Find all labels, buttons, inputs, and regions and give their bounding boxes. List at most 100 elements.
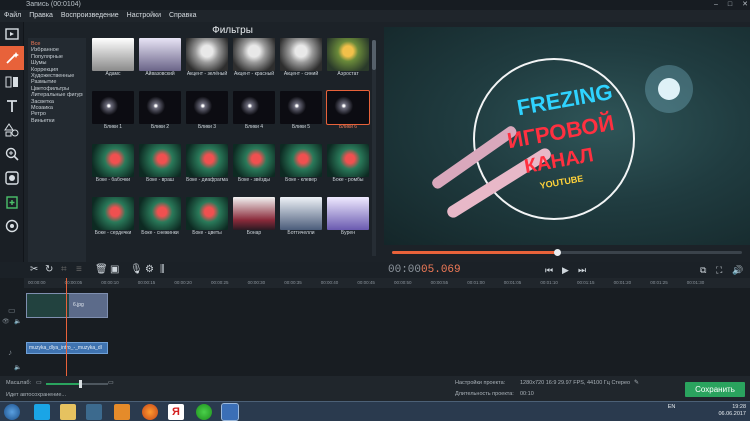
- filter-thumbnail[interactable]: Акцент - зелёный: [186, 38, 228, 82]
- save-button[interactable]: Сохранить: [685, 382, 745, 397]
- menu-settings[interactable]: Настройки: [127, 10, 161, 22]
- video-preview[interactable]: FREZING ИГРОВОЙ КАНАЛ YOUTUBE: [384, 27, 750, 245]
- filter-thumbnail[interactable]: Айвазовский: [139, 38, 181, 82]
- filter-thumbnail[interactable]: Боке - ромбы: [327, 144, 369, 188]
- language-indicator[interactable]: EN: [668, 404, 676, 410]
- highlight-tool[interactable]: [0, 166, 24, 190]
- menu-edit[interactable]: Правка: [29, 10, 53, 22]
- playhead[interactable]: [66, 278, 67, 376]
- seekbar-knob[interactable]: [553, 249, 561, 256]
- properties-icon[interactable]: ≡: [76, 265, 82, 275]
- more-tools[interactable]: [0, 190, 24, 214]
- chrome-icon[interactable]: [196, 404, 212, 420]
- audio-clip[interactable]: muzyka_dlya_intro_-_muzyka_dl: [26, 342, 108, 354]
- filter-thumbnail[interactable]: Акцент - синий: [280, 38, 322, 82]
- minimize-icon[interactable]: –: [714, 0, 718, 10]
- menu-playback[interactable]: Воспроизведение: [61, 10, 119, 22]
- filter-thumbnail[interactable]: Блики 6: [326, 90, 370, 135]
- close-icon[interactable]: ✕: [742, 0, 748, 10]
- filter-thumbnail[interactable]: Блики 4: [233, 91, 275, 135]
- record-tool[interactable]: [0, 214, 24, 238]
- filters-scrollbar[interactable]: [372, 40, 376, 256]
- timeline-ruler[interactable]: 00:00:00 00:00:05 00:00:10 00:00:15 00:00:20…: [24, 278, 750, 288]
- equalizer-icon[interactable]: ⫼: [160, 265, 165, 275]
- filter-thumbnail[interactable]: Бонар: [233, 197, 275, 241]
- filter-thumbnail[interactable]: Боке - диафрагма: [186, 144, 228, 188]
- microphone-icon[interactable]: 🎙: [130, 265, 143, 275]
- stickers-tool[interactable]: [0, 118, 24, 142]
- filter-thumbnail[interactable]: Блики 3: [186, 91, 228, 135]
- maximize-icon[interactable]: □: [728, 0, 732, 10]
- filters-title: Фильтры: [212, 25, 253, 36]
- filter-preview-image: [139, 144, 181, 177]
- track-volume-icon[interactable]: 🔈: [14, 318, 21, 325]
- audio-volume-icon[interactable]: 🔈: [14, 364, 21, 371]
- skype-icon[interactable]: [34, 404, 50, 420]
- titles-tool[interactable]: [0, 94, 24, 118]
- filter-preview-image: [92, 38, 134, 71]
- filter-thumbnail[interactable]: Боке - бабочки: [92, 144, 134, 188]
- filter-thumbnail[interactable]: Боке - враш: [139, 144, 181, 188]
- system-tray: EN 19:28 06.06.2017: [668, 404, 746, 418]
- filter-thumbnail[interactable]: Боке - клевер: [280, 144, 322, 188]
- import-tool[interactable]: [0, 22, 24, 46]
- filter-thumbnail[interactable]: Боке - цветы: [186, 197, 228, 241]
- filter-thumbnail[interactable]: Акцент - красный: [233, 38, 275, 82]
- search-app-icon[interactable]: [114, 404, 130, 420]
- filter-thumbnail[interactable]: Боке - сердечки: [92, 197, 134, 241]
- project-settings-label: Настройки проекта:: [455, 380, 506, 386]
- transitions-tool[interactable]: [0, 70, 24, 94]
- edit-settings-icon[interactable]: ✎: [634, 379, 639, 386]
- ruler-tick-label: 00:00:40: [320, 280, 339, 285]
- filter-thumbnail[interactable]: Блики 5: [280, 91, 322, 135]
- movavi-app-icon[interactable]: [221, 403, 239, 421]
- detach-preview-icon[interactable]: ⧉: [700, 265, 706, 275]
- filter-label: Адамс: [105, 71, 121, 77]
- filter-preview-image: [326, 90, 370, 125]
- filter-preview-image: [139, 91, 181, 124]
- zoom-in-icon[interactable]: ▭: [108, 379, 114, 386]
- fullscreen-icon[interactable]: ⛶: [716, 265, 722, 275]
- explorer-folder-icon[interactable]: [60, 404, 76, 420]
- volume-icon[interactable]: 🔊: [732, 265, 743, 275]
- zoom-slider-handle[interactable]: [79, 380, 82, 388]
- image-icon[interactable]: ▣: [110, 265, 119, 275]
- skip-back-icon[interactable]: ⏮: [545, 265, 553, 275]
- filter-thumbnail[interactable]: Блики 2: [139, 91, 181, 135]
- filter-thumbnail[interactable]: Боке - звёзды: [233, 144, 275, 188]
- filter-thumbnail[interactable]: Аэростат: [327, 38, 369, 82]
- filter-thumbnail[interactable]: Боттичелли: [280, 197, 322, 241]
- skip-forward-icon[interactable]: ⏭: [578, 265, 586, 275]
- eye-icon[interactable]: 👁: [2, 318, 10, 325]
- play-icon[interactable]: ▶: [562, 265, 569, 275]
- filter-thumbnail[interactable]: Адамс: [92, 38, 134, 82]
- playback-seekbar[interactable]: [392, 249, 742, 256]
- video-clip[interactable]: 6.jpg: [26, 293, 108, 318]
- firefox-icon[interactable]: [142, 404, 158, 420]
- zoom-tool[interactable]: [0, 142, 24, 166]
- rotate-icon[interactable]: ↻: [45, 265, 53, 275]
- filter-thumbnail[interactable]: Блики 1: [92, 91, 134, 135]
- yandex-browser-icon[interactable]: Я: [168, 404, 184, 420]
- media-player-icon[interactable]: [86, 404, 102, 420]
- filter-preview-image: [280, 38, 322, 71]
- zoom-out-icon[interactable]: ▭: [36, 379, 42, 386]
- category-item[interactable]: Виньетки: [31, 118, 83, 124]
- filter-thumbnail[interactable]: Боке - снежинки: [139, 197, 181, 241]
- scissors-icon[interactable]: ✂: [30, 265, 38, 275]
- menu-help[interactable]: Справка: [169, 10, 196, 22]
- settings-icon[interactable]: ⚙: [145, 265, 154, 275]
- clock-time[interactable]: 19:28: [718, 404, 746, 411]
- filters-tool[interactable]: [0, 46, 24, 70]
- zoom-slider[interactable]: [46, 380, 108, 388]
- filter-label: Боке - цветы: [192, 230, 222, 236]
- filter-thumbnail[interactable]: Бурен: [327, 197, 369, 241]
- crop-icon[interactable]: ⌗: [61, 265, 67, 275]
- start-button-icon[interactable]: [4, 404, 20, 420]
- clock-date[interactable]: 06.06.2017: [718, 411, 746, 418]
- category-item[interactable]: Литеральные фигуры: [31, 92, 83, 98]
- frame-icon: [5, 171, 19, 185]
- timeline[interactable]: ▭ 👁 🔈 ♪ 🔈: [0, 278, 750, 376]
- menu-file[interactable]: Файл: [4, 10, 21, 22]
- delete-icon[interactable]: 🗑: [95, 265, 108, 275]
